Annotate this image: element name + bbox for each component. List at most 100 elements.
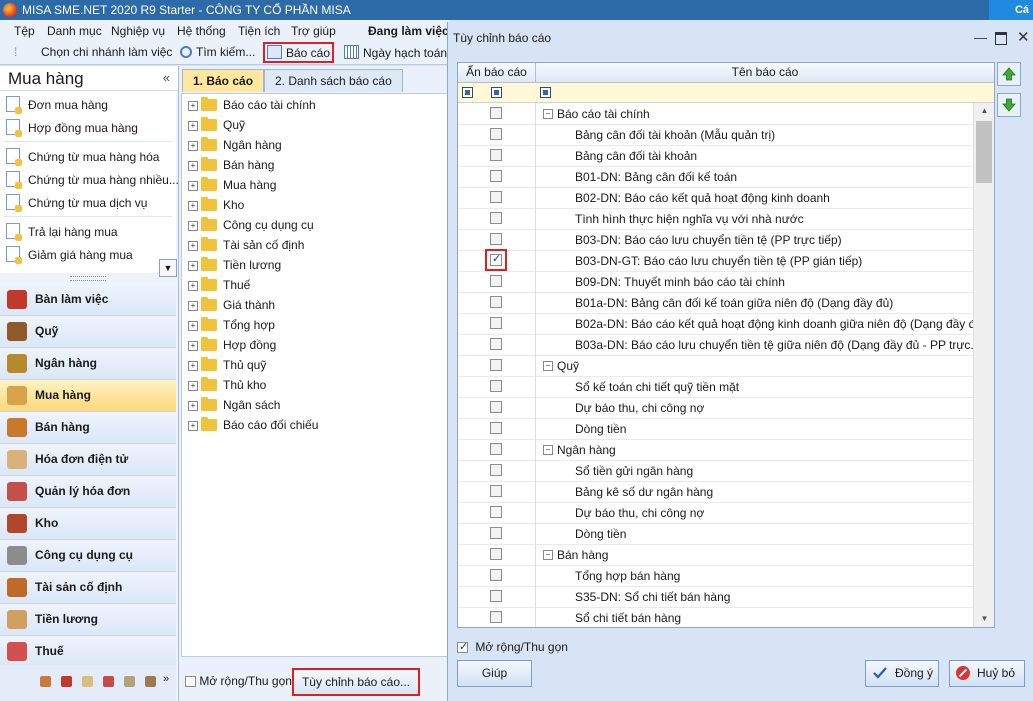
column-header-hide[interactable]: Ẩn báo cáo — [458, 63, 536, 82]
nav-fixed-assets[interactable]: Tài sản cố định — [0, 572, 176, 604]
splitter-handle[interactable] — [70, 276, 106, 281]
hide-report-checkbox[interactable] — [490, 422, 502, 434]
mini-nav-icon[interactable] — [145, 676, 156, 687]
shortcut-purchase-discount[interactable]: Giảm giá hàng mua — [6, 246, 133, 264]
nav-desk[interactable]: Bàn làm việc — [0, 284, 176, 316]
collapse-icon[interactable]: − — [543, 109, 553, 119]
report-group-row[interactable]: − Báo cáo tài chính — [458, 103, 973, 125]
expand-icon[interactable]: + — [188, 401, 198, 411]
expand-collapse-toggle[interactable]: Mở rộng/Thu gọn — [185, 674, 292, 688]
report-row[interactable]: Sổ chi tiết bán hàng — [458, 607, 973, 627]
scroll-thumb[interactable] — [976, 121, 992, 183]
report-group-row[interactable]: − Ngân hàng — [458, 439, 973, 461]
collapse-icon[interactable]: − — [543, 445, 553, 455]
tree-node[interactable]: + Báo cáo đối chiếu — [188, 417, 318, 436]
tab-report-list[interactable]: 2. Danh sách báo cáo — [264, 69, 403, 92]
tree-node[interactable]: + Báo cáo tài chính — [188, 97, 316, 116]
report-row[interactable]: Sổ kế toán chi tiết quỹ tiền mặt — [458, 376, 973, 398]
mini-nav-icon[interactable] — [61, 676, 72, 687]
expand-icon[interactable]: + — [188, 261, 198, 271]
tree-node[interactable]: + Quỹ — [188, 117, 245, 136]
report-row[interactable]: Tình hình thực hiện nghĩa vụ với nhà nướ… — [458, 208, 973, 230]
more-nav-icon[interactable]: » — [163, 673, 169, 685]
tree-node[interactable]: + Giá thành — [188, 297, 275, 316]
tree-node[interactable]: + Tổng hợp — [188, 317, 275, 336]
expand-icon[interactable]: + — [188, 181, 198, 191]
nav-payroll[interactable]: Tiền lương — [0, 604, 176, 636]
report-row[interactable]: B03-DN: Báo cáo lưu chuyển tiền tệ (PP t… — [458, 229, 973, 251]
menu-system[interactable]: Hệ thống — [177, 24, 226, 38]
hide-report-checkbox[interactable] — [490, 485, 502, 497]
tree-node[interactable]: + Kho — [188, 197, 244, 216]
hide-report-checkbox[interactable] — [490, 548, 502, 560]
column-header-name[interactable]: Tên báo cáo — [536, 63, 994, 82]
tree-node[interactable]: + Tiền lương — [188, 257, 281, 276]
name-filter-icon[interactable] — [540, 87, 551, 98]
report-row[interactable]: B03a-DN: Báo cáo lưu chuyển tiền tệ giữa… — [458, 334, 973, 356]
tab-reports[interactable]: 1. Báo cáo — [182, 69, 265, 92]
nav-invoice-management[interactable]: Quản lý hóa đơn — [0, 476, 176, 508]
report-row[interactable]: Dòng tiền — [458, 523, 973, 545]
report-row[interactable]: Dự báo thu, chi công nợ — [458, 397, 973, 419]
corner-tab[interactable]: Cá — [989, 0, 1033, 20]
hide-report-checkbox[interactable] — [490, 401, 502, 413]
scroll-down-icon[interactable]: ▼ — [974, 611, 994, 627]
report-row[interactable]: Sổ tiền gửi ngân hàng — [458, 460, 973, 482]
tree-node[interactable]: + Ngân hàng — [188, 137, 282, 156]
mini-nav-icon[interactable] — [40, 676, 51, 687]
shortcut-purchase-return[interactable]: Trả lại hàng mua — [6, 223, 118, 241]
report-row[interactable]: Dự báo thu, chi công nợ — [458, 502, 973, 524]
posting-date-button[interactable]: Ngày hạch toán — [344, 45, 447, 60]
expand-icon[interactable]: + — [188, 281, 198, 291]
report-row[interactable]: B02-DN: Báo cáo kết quả hoạt động kinh d… — [458, 187, 973, 209]
tree-node[interactable]: + Thuế — [188, 277, 250, 296]
collapse-icon[interactable]: − — [543, 550, 553, 560]
hide-report-checkbox[interactable] — [490, 464, 502, 476]
menu-help[interactable]: Trợ giúp — [291, 24, 336, 38]
report-button[interactable]: Báo cáo — [262, 42, 335, 63]
expand-icon[interactable]: + — [188, 321, 198, 331]
row-selector-icon[interactable] — [462, 87, 473, 98]
hide-report-checkbox[interactable] — [490, 590, 502, 602]
expand-icon[interactable]: + — [188, 121, 198, 131]
nav-bank[interactable]: Ngân hàng — [0, 348, 176, 380]
nav-sales[interactable]: Bán hàng — [0, 412, 176, 444]
choose-branch-button[interactable]: Chọn chi nhánh làm việc — [41, 45, 172, 59]
report-row[interactable]: Bảng cân đối tài khoản — [458, 145, 973, 167]
expand-icon[interactable]: + — [188, 421, 198, 431]
nav-tax[interactable]: Thuế — [0, 636, 176, 668]
report-row[interactable]: Bảng cân đối tài khoản (Mẫu quản trị) — [458, 124, 973, 146]
hide-report-checkbox[interactable] — [490, 569, 502, 581]
hide-report-checkbox[interactable] — [490, 212, 502, 224]
tree-node[interactable]: + Hợp đồng — [188, 337, 276, 356]
tree-node[interactable]: + Tài sản cố định — [188, 237, 304, 256]
tree-node[interactable]: + Thủ quỹ — [188, 357, 266, 376]
report-row[interactable]: Bảng kê số dư ngân hàng — [458, 481, 973, 503]
hide-report-checkbox[interactable] — [490, 170, 502, 182]
report-row[interactable]: Tổng hợp bán hàng — [458, 565, 973, 587]
hide-report-checkbox[interactable] — [490, 128, 502, 140]
expand-icon[interactable]: + — [188, 101, 198, 111]
report-row[interactable]: B02a-DN: Báo cáo kết quả hoạt động kinh … — [458, 313, 973, 335]
expand-icon[interactable]: + — [188, 361, 198, 371]
hide-report-checkbox[interactable] — [490, 296, 502, 308]
collapse-panel-button[interactable]: « — [163, 70, 170, 85]
help-button[interactable]: Giúp — [457, 660, 532, 687]
hide-report-checkbox[interactable] — [485, 249, 507, 271]
shortcut-purchase-contract[interactable]: Hợp đồng mua hàng — [6, 119, 138, 137]
nav-e-invoice[interactable]: Hóa đơn điện tử — [0, 444, 176, 476]
expand-icon[interactable]: + — [188, 221, 198, 231]
hide-report-checkbox[interactable] — [490, 191, 502, 203]
close-icon[interactable]: ✕ — [1017, 28, 1030, 46]
report-row[interactable]: B09-DN: Thuyết minh báo cáo tài chính — [458, 271, 973, 293]
nav-cash[interactable]: Quỹ — [0, 316, 176, 348]
report-group-row[interactable]: − Quỹ — [458, 355, 973, 377]
menu-operations[interactable]: Nghiệp vụ — [111, 24, 165, 38]
hide-report-checkbox[interactable] — [490, 275, 502, 287]
nav-purchasing[interactable]: Mua hàng — [0, 380, 176, 412]
report-row[interactable]: Dòng tiền — [458, 418, 973, 440]
hide-report-checkbox[interactable] — [490, 359, 502, 371]
grid-scrollbar[interactable]: ▲ ▼ — [973, 103, 994, 627]
hide-report-checkbox[interactable] — [490, 443, 502, 455]
expand-icon[interactable]: + — [188, 341, 198, 351]
